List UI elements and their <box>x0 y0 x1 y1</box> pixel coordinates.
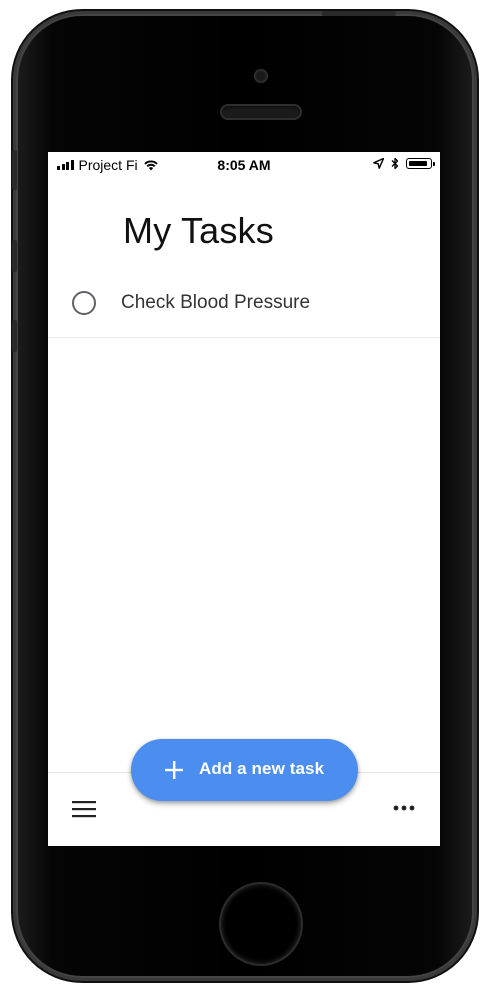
app-screen: Project Fi 8:05 AM My Tasks Check Blood … <box>48 152 440 846</box>
plus-icon <box>165 761 183 779</box>
task-title[interactable]: Check Blood Pressure <box>121 292 310 314</box>
location-arrow-icon <box>373 158 384 169</box>
hamburger-menu-icon[interactable] <box>72 800 96 818</box>
battery-icon <box>406 158 435 169</box>
page-title: My Tasks <box>123 210 274 251</box>
earpiece-speaker <box>220 104 302 120</box>
home-button[interactable] <box>221 884 301 964</box>
task-complete-checkbox[interactable] <box>72 291 96 315</box>
more-horizontal-icon[interactable] <box>392 802 416 814</box>
volume-up-button <box>12 240 17 272</box>
status-right <box>373 157 435 170</box>
task-row[interactable]: Check Blood Pressure <box>48 278 440 338</box>
power-button <box>322 11 396 16</box>
bluetooth-icon <box>391 157 399 170</box>
battery-level <box>408 160 427 166</box>
front-camera <box>254 69 268 83</box>
volume-down-button <box>12 320 17 352</box>
add-new-task-label: Add a new task <box>199 759 325 778</box>
status-bar: Project Fi 8:05 AM <box>48 152 440 178</box>
add-new-task-button[interactable]: Add a new task <box>131 739 358 801</box>
mute-switch <box>12 150 17 190</box>
